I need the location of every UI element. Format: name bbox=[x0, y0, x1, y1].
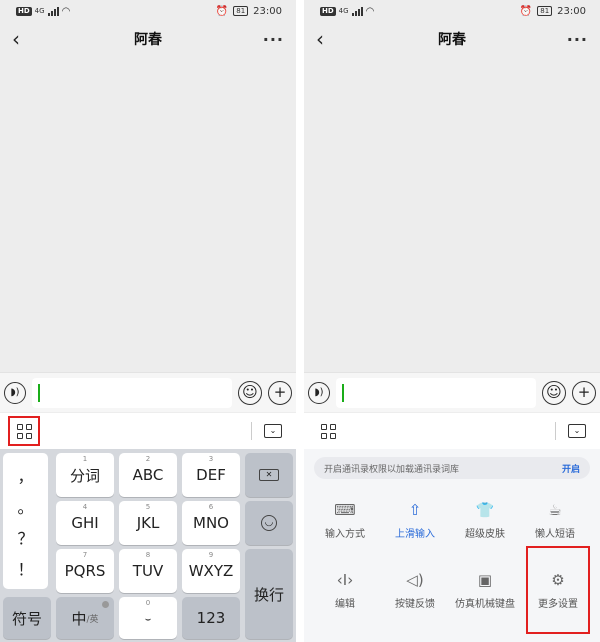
more-options-icon[interactable]: ··· bbox=[263, 30, 284, 49]
message-input-bar: ◗) ☺ + bbox=[304, 372, 600, 412]
key-3[interactable]: 3 DEF bbox=[182, 453, 240, 497]
back-chevron-icon[interactable]: ‹ bbox=[316, 29, 324, 49]
symbol-key[interactable]: 符号 bbox=[3, 597, 51, 639]
chat-area bbox=[0, 56, 296, 372]
hide-keyboard-icon[interactable]: ⌄ bbox=[264, 424, 282, 438]
numbers-key[interactable]: 123 bbox=[182, 597, 240, 639]
ime-toolbar: ⌄ bbox=[304, 413, 600, 449]
voice-input-icon[interactable]: ◗) bbox=[4, 381, 26, 404]
indicator-dot bbox=[102, 601, 109, 608]
enter-key[interactable]: 换行 bbox=[245, 549, 293, 639]
plus-icon[interactable]: + bbox=[572, 380, 596, 405]
tool-edit[interactable]: ‹I› 编辑 bbox=[312, 559, 378, 621]
chat-title: 阿春 bbox=[134, 32, 162, 48]
punct-question-key[interactable]: ？ bbox=[17, 525, 33, 549]
hd-badge: HD bbox=[16, 6, 32, 16]
tool-quick-phrases[interactable]: ☕ 懒人短语 bbox=[522, 489, 588, 551]
key-2[interactable]: 2 ABC bbox=[119, 453, 177, 497]
punct-period-key[interactable]: 。 bbox=[17, 494, 33, 518]
status-time: 23:00 bbox=[557, 5, 586, 17]
banner-text: 开启通讯录权限以加载通讯录词库 bbox=[324, 464, 460, 475]
key-6[interactable]: 6 MNO bbox=[182, 501, 240, 545]
more-options-icon[interactable]: ··· bbox=[567, 30, 588, 49]
text-caret bbox=[342, 383, 344, 402]
chat-title: 阿春 bbox=[438, 32, 466, 48]
signal-icon bbox=[47, 6, 59, 16]
alarm-icon: ⏰ bbox=[215, 5, 229, 17]
mechanical-keyboard-icon: ▣ bbox=[477, 571, 493, 589]
status-bar: HD 4G ◠ ⏰ 81 23:00 bbox=[0, 0, 296, 22]
network-type: 4G bbox=[34, 7, 45, 15]
signal-icon bbox=[351, 6, 363, 16]
microphone-icon: ⌣ bbox=[144, 613, 152, 625]
tool-key-feedback[interactable]: ◁) 按键反馈 bbox=[382, 559, 448, 621]
text-caret bbox=[38, 383, 40, 402]
key-feedback-icon: ◁) bbox=[406, 571, 424, 589]
contacts-permission-banner: 开启通讯录权限以加载通讯录词库 开启 bbox=[314, 457, 590, 479]
tool-input-method[interactable]: ⌨ 输入方式 bbox=[312, 489, 378, 551]
tool-super-skin[interactable]: 👕 超级皮肤 bbox=[452, 489, 518, 551]
key-7[interactable]: 7 PQRS bbox=[56, 549, 114, 593]
chat-area bbox=[304, 56, 600, 372]
key-9[interactable]: 9 WXYZ bbox=[182, 549, 240, 593]
phone-screen-right: HD 4G ◠ ⏰ 81 23:00 ‹ 阿春 ··· ◗) ☺ + ⌄ 开启通… bbox=[304, 0, 600, 642]
message-input-bar: ◗) ☺ + bbox=[0, 372, 296, 412]
hide-keyboard-icon[interactable]: ⌄ bbox=[568, 424, 586, 438]
backspace-icon: ✕ bbox=[259, 469, 279, 481]
t9-keyboard: ， 。 ？ ！ 1 分词 2 ABC 3 DEF ✕ 4 GHI 5 JKL 6 MNO ◡… bbox=[0, 449, 296, 642]
plus-icon[interactable]: + bbox=[268, 380, 292, 405]
tshirt-icon: 👕 bbox=[475, 501, 495, 519]
wifi-icon: ◠ bbox=[61, 5, 71, 17]
emoji-key[interactable]: ◡ bbox=[245, 501, 293, 545]
lang-switch-key[interactable]: 中/英 bbox=[56, 597, 114, 639]
status-bar: HD 4G ◠ ⏰ 81 23:00 bbox=[304, 0, 600, 22]
ime-toolbar: ⌄ bbox=[0, 413, 296, 449]
message-input[interactable] bbox=[32, 377, 232, 408]
hd-badge: HD bbox=[320, 6, 336, 16]
wifi-icon: ◠ bbox=[365, 5, 375, 17]
key-1[interactable]: 1 分词 bbox=[56, 453, 114, 497]
text-cursor-icon: ‹I› bbox=[336, 571, 354, 589]
smiley-icon: ◡ bbox=[261, 515, 277, 531]
keyboard-icon: ⌨ bbox=[334, 501, 356, 519]
quick-phrase-icon: ☕ bbox=[548, 501, 562, 519]
ime-tools-panel: 开启通讯录权限以加载通讯录词库 开启 ⌨ 输入方式 ⇧ 上滑输入 👕 超级皮肤 … bbox=[304, 449, 600, 642]
key-5[interactable]: 5 JKL bbox=[119, 501, 177, 545]
emoji-icon[interactable]: ☺ bbox=[238, 380, 262, 405]
gear-icon: ⚙ bbox=[551, 571, 565, 589]
ime-menu-grid-icon[interactable] bbox=[314, 418, 342, 444]
space-key[interactable]: 0 ⌣ bbox=[119, 597, 177, 639]
swipe-up-input-icon: ⇧ bbox=[408, 501, 422, 519]
tool-swipe-up-input[interactable]: ⇧ 上滑输入 bbox=[382, 489, 448, 551]
network-type: 4G bbox=[338, 7, 349, 15]
enable-link[interactable]: 开启 bbox=[562, 462, 580, 475]
voice-input-icon[interactable]: ◗) bbox=[308, 381, 330, 404]
battery-icon: 81 bbox=[233, 6, 249, 16]
key-8[interactable]: 8 TUV bbox=[119, 549, 177, 593]
key-4[interactable]: 4 GHI bbox=[56, 501, 114, 545]
battery-icon: 81 bbox=[537, 6, 553, 16]
emoji-icon[interactable]: ☺ bbox=[542, 380, 566, 405]
toolbar-divider bbox=[251, 422, 252, 440]
message-input[interactable] bbox=[336, 377, 536, 408]
back-chevron-icon[interactable]: ‹ bbox=[12, 29, 20, 49]
alarm-icon: ⏰ bbox=[519, 5, 533, 17]
punct-exclaim-key[interactable]: ！ bbox=[17, 556, 33, 580]
phone-screen-left: HD 4G ◠ ⏰ 81 23:00 ‹ 阿春 ··· ◗) ☺ + ⌄ ， 。… bbox=[0, 0, 296, 642]
chat-header: ‹ 阿春 ··· bbox=[304, 22, 600, 56]
punct-comma-key[interactable]: ， bbox=[17, 463, 33, 487]
tool-mechanical-keyboard[interactable]: ▣ 仿真机械键盘 bbox=[452, 559, 518, 621]
status-time: 23:00 bbox=[253, 5, 282, 17]
backspace-key[interactable]: ✕ bbox=[245, 453, 293, 497]
toolbar-divider bbox=[555, 422, 556, 440]
ime-menu-grid-icon[interactable] bbox=[8, 416, 40, 446]
tool-more-settings[interactable]: ⚙ 更多设置 bbox=[526, 546, 590, 634]
chat-header: ‹ 阿春 ··· bbox=[0, 22, 296, 56]
punctuation-column: ， 。 ？ ！ bbox=[3, 453, 48, 589]
